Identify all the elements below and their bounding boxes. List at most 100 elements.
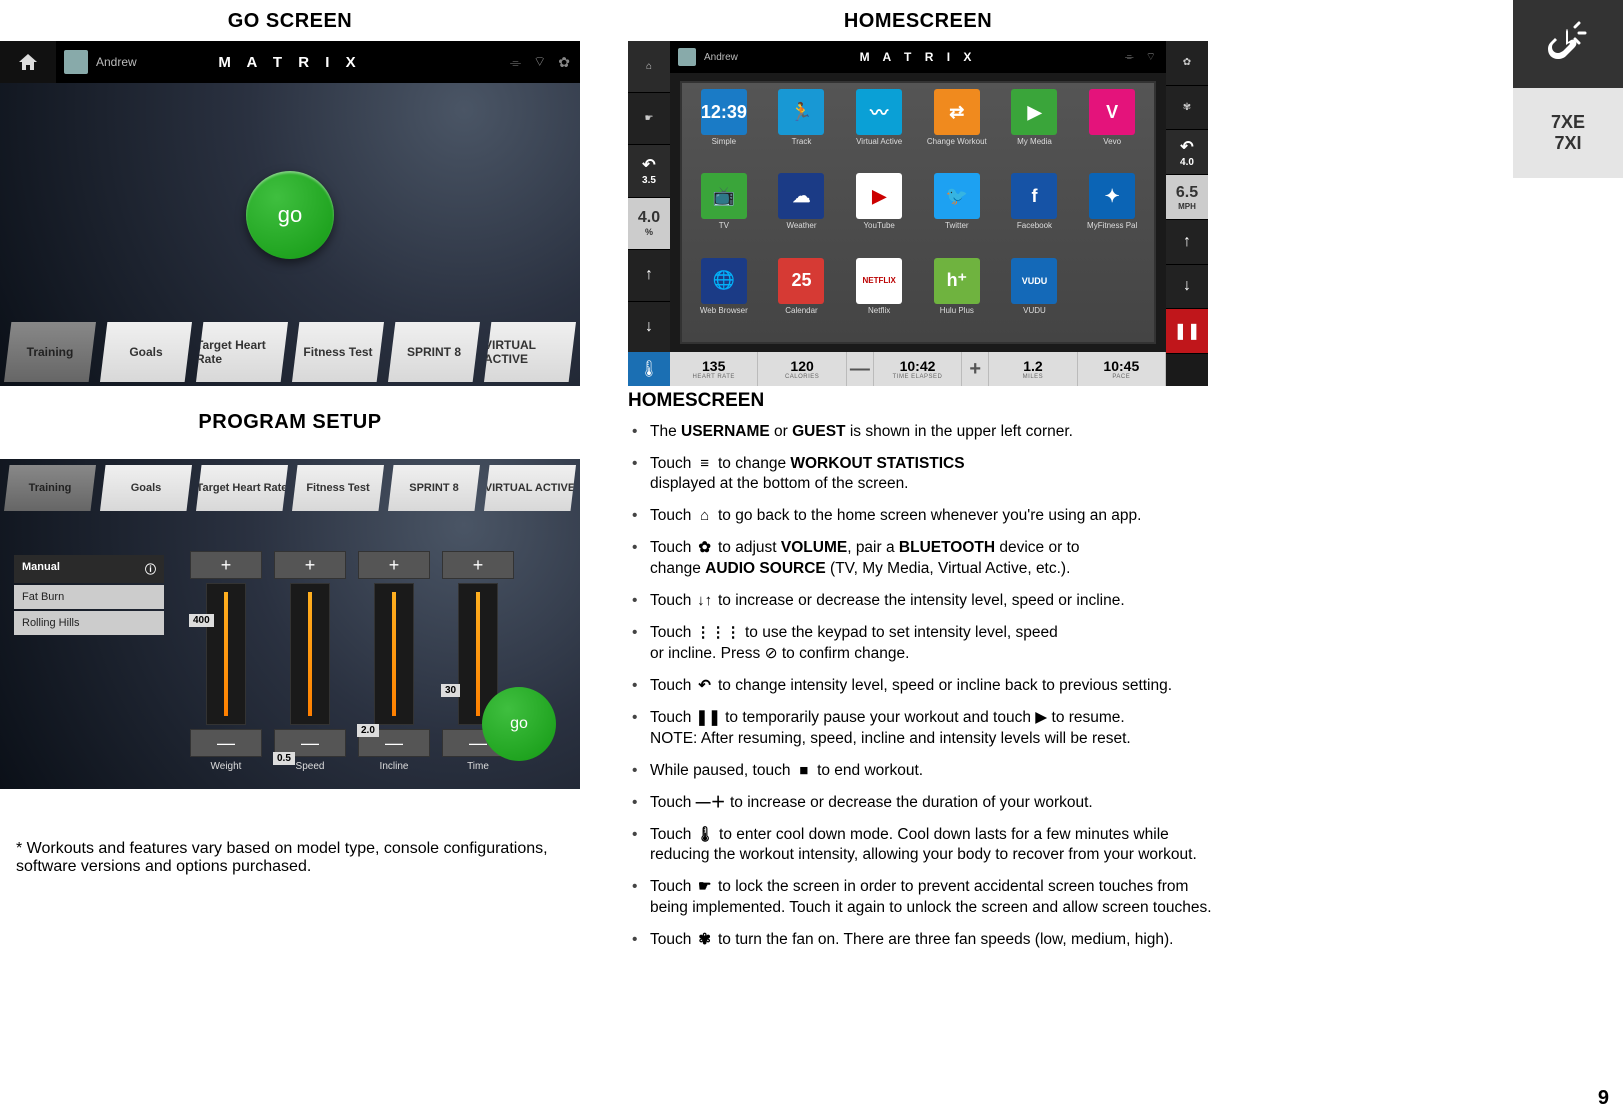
instruction-icon: ↶ <box>696 676 714 696</box>
program-setup-title: PROGRAM SETUP <box>0 411 580 434</box>
homescreen-title: HOMESCREEN <box>628 10 1208 33</box>
slider-plus[interactable]: + <box>274 551 346 579</box>
instruction-item: Touch ⌂ to go back to the home screen wh… <box>650 506 1218 527</box>
rail-speed[interactable]: 6.5MPH <box>1166 175 1208 220</box>
tab-goals[interactable]: Goals <box>100 322 192 382</box>
stat-miles: 1.2MILES <box>989 352 1077 386</box>
rail-down-right[interactable]: ↓ <box>1166 265 1208 310</box>
page-number: 9 <box>1598 1087 1609 1110</box>
instruction-item: Touch ✾ to turn the fan on. There are th… <box>650 930 1218 951</box>
right-rail: ✿ ✾ ↶4.0 6.5MPH ↑ ↓ ❚❚ <box>1166 41 1208 354</box>
tab-sprint-8[interactable]: SPRINT 8 <box>388 322 480 382</box>
tab-sprint-8[interactable]: SPRINT 8 <box>388 465 480 511</box>
home-icon[interactable] <box>0 41 56 83</box>
touch-tile-icon <box>1513 0 1623 88</box>
instruction-icon: ✿ <box>696 538 714 558</box>
instruction-icon: 🌡 <box>696 825 715 845</box>
tab-target-heart-rate[interactable]: Target Heart Rate <box>196 465 288 511</box>
go-screen-title: GO SCREEN <box>0 10 580 33</box>
rail-pct[interactable]: 4.0% <box>628 198 670 250</box>
tab-fitness-test[interactable]: Fitness Test <box>292 322 384 382</box>
instruction-icon: ❚❚ <box>696 708 721 728</box>
slider-plus[interactable]: + <box>442 551 514 579</box>
app-calendar[interactable]: 25Calendar <box>766 258 838 336</box>
go-tabs: TrainingGoalsTarget Heart RateFitness Te… <box>0 322 580 386</box>
menu-fat-burn[interactable]: Fat Burn <box>14 585 164 609</box>
app-vevo[interactable]: VVevo <box>1076 89 1148 167</box>
left-rail: ⌂ ☛ ↶3.5 4.0% ↑ ↓ <box>628 41 670 354</box>
app-grid: 12:39Simple🏃Track〰Virtual Active⇄Change … <box>680 81 1156 344</box>
app-track[interactable]: 🏃Track <box>766 89 838 167</box>
stat-op[interactable]: — <box>847 352 874 386</box>
instruction-icon: —＋ <box>696 793 726 813</box>
instructions-heading: HOMESCREEN <box>628 388 1218 414</box>
app-netflix[interactable]: NETFLIXNetflix <box>843 258 915 336</box>
rail-up-right[interactable]: ↑ <box>1166 220 1208 265</box>
rail-up-left[interactable]: ↑ <box>628 250 670 302</box>
tab-target-heart-rate[interactable]: Target Heart Rate <box>196 322 288 382</box>
slider-track[interactable]: 2.0 <box>374 583 414 725</box>
app-web-browser[interactable]: 🌐Web Browser <box>688 258 760 336</box>
app-simple[interactable]: 12:39Simple <box>688 89 760 167</box>
stat-heart-rate: 135HEART RATE <box>670 352 758 386</box>
hs-topbar: Andrew M A T R I X ⌯⌔ <box>670 41 1166 73</box>
slider-plus[interactable]: + <box>358 551 430 579</box>
app-change-workout[interactable]: ⇄Change Workout <box>921 89 993 167</box>
slider-track[interactable]: 400 <box>206 583 246 725</box>
instructions-list: The USERNAME or GUEST is shown in the up… <box>650 422 1218 952</box>
model-1: 7XE <box>1551 112 1585 133</box>
gear-icon[interactable]: ✿ <box>558 54 570 71</box>
matrix-logo: M A T R I X <box>218 54 361 71</box>
slider-value: 0.5 <box>273 752 295 765</box>
avatar <box>64 50 88 74</box>
rail-gear-icon[interactable]: ✿ <box>1166 41 1208 86</box>
app-myfitness-pal[interactable]: ✦MyFitness Pal <box>1076 173 1148 251</box>
slider-plus[interactable]: + <box>190 551 262 579</box>
bluetooth-icon[interactable]: ⌯ <box>510 54 521 71</box>
menu-rolling-hills[interactable]: Rolling Hills <box>14 611 164 635</box>
rail-touch-icon[interactable]: ☛ <box>628 93 670 145</box>
app-hulu-plus[interactable]: h⁺Hulu Plus <box>921 258 993 336</box>
rail-down-left[interactable]: ↓ <box>628 302 670 354</box>
tab-fitness-test[interactable]: Fitness Test <box>292 465 384 511</box>
program-menu: ManualⓘFat BurnRolling Hills <box>14 555 164 637</box>
instruction-item: The USERNAME or GUEST is shown in the up… <box>650 422 1218 443</box>
hs-bt-icon[interactable]: ⌯ <box>1125 51 1134 64</box>
app-twitter[interactable]: 🐦Twitter <box>921 173 993 251</box>
rail-undo[interactable]: ↶3.5 <box>628 145 670 197</box>
app-weather[interactable]: ☁Weather <box>766 173 838 251</box>
tab-training[interactable]: Training <box>4 465 96 511</box>
tab-goals[interactable]: Goals <box>100 465 192 511</box>
menu-manual[interactable]: Manualⓘ <box>14 555 164 583</box>
pause-button[interactable]: ❚❚ <box>1166 309 1208 354</box>
hs-logo: M A T R I X <box>860 50 977 64</box>
tab-virtual-active[interactable]: VIRTUAL ACTIVE <box>484 465 576 511</box>
model-2: 7XI <box>1554 133 1581 154</box>
hs-wifi-icon[interactable]: ⌔ <box>1146 50 1156 64</box>
cooldown-button[interactable]: 🌡 <box>628 352 671 386</box>
slider-label: Weight <box>190 761 262 772</box>
tab-training[interactable]: Training <box>4 322 96 382</box>
rail-home-icon[interactable]: ⌂ <box>628 41 670 93</box>
slider-value: 2.0 <box>357 724 379 737</box>
slider-track[interactable]: 0.5 <box>290 583 330 725</box>
stat-op[interactable]: + <box>962 352 989 386</box>
wifi-icon[interactable]: ⌔ <box>533 53 546 71</box>
instruction-icon: ↓↑ <box>696 591 714 611</box>
app-my-media[interactable]: ▶My Media <box>999 89 1071 167</box>
app-vudu[interactable]: VUDUVUDU <box>999 258 1071 336</box>
program-go-button[interactable]: go <box>482 687 556 761</box>
app-tv[interactable]: 📺TV <box>688 173 760 251</box>
rail-undo-r[interactable]: ↶4.0 <box>1166 130 1208 175</box>
app-youtube[interactable]: ▶YouTube <box>843 173 915 251</box>
go-button[interactable]: go <box>246 171 334 259</box>
app-facebook[interactable]: fFacebook <box>999 173 1071 251</box>
tab-virtual-active[interactable]: VIRTUAL ACTIVE <box>484 322 576 382</box>
rail-fan-icon[interactable]: ✾ <box>1166 86 1208 131</box>
program-setup-screen: TrainingGoalsTarget Heart RateFitness Te… <box>0 459 580 789</box>
go-screen: Andrew M A T R I X ⌯ ⌔ ✿ go TrainingGoal… <box>0 41 580 386</box>
app-virtual-active[interactable]: 〰Virtual Active <box>843 89 915 167</box>
instruction-item: Touch ✿ to adjust VOLUME, pair a BLUETOO… <box>650 538 1218 580</box>
instruction-icon: ⋮⋮⋮ <box>696 623 741 643</box>
slider-minus[interactable]: — <box>190 729 262 757</box>
